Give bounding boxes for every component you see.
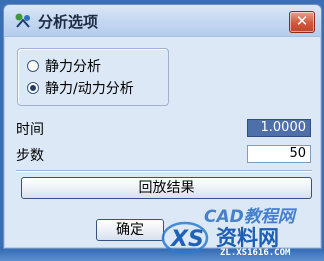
separator (16, 170, 312, 172)
radio-button-static-dynamic[interactable] (27, 82, 39, 94)
steps-label: 步数 (16, 148, 44, 164)
watermark-site-url: ZL.XS1616.COM (220, 248, 291, 258)
analysis-type-group: 静力分析 静力/动力分析 (17, 48, 169, 106)
radio-label-static-dynamic: 静力/动力分析 (45, 81, 134, 97)
close-icon: ✕ (295, 12, 309, 30)
time-label: 时间 (16, 122, 44, 138)
dialog-title: 分析选项 (38, 13, 99, 31)
svg-text:XS: XS (169, 227, 204, 252)
radio-label-static: 静力分析 (45, 59, 101, 75)
watermark: CAD教程网 XS 资料网 ZL.XS1616.COM (158, 200, 324, 261)
steps-input[interactable]: 50 (247, 145, 311, 163)
radio-button-static[interactable] (27, 60, 39, 72)
ok-button[interactable]: 确定 (96, 219, 164, 241)
radio-option-static-dynamic[interactable]: 静力/动力分析 (27, 79, 134, 97)
radio-option-static[interactable]: 静力分析 (27, 57, 101, 75)
watermark-xs-logo-icon: XS (161, 221, 209, 255)
playback-results-button[interactable]: 回放结果 (21, 177, 312, 199)
title-bar: 分析选项 ✕ (4, 5, 321, 37)
close-button[interactable]: ✕ (289, 11, 315, 33)
analysis-app-icon (15, 13, 30, 28)
time-input[interactable]: 1.0000 (247, 119, 311, 137)
